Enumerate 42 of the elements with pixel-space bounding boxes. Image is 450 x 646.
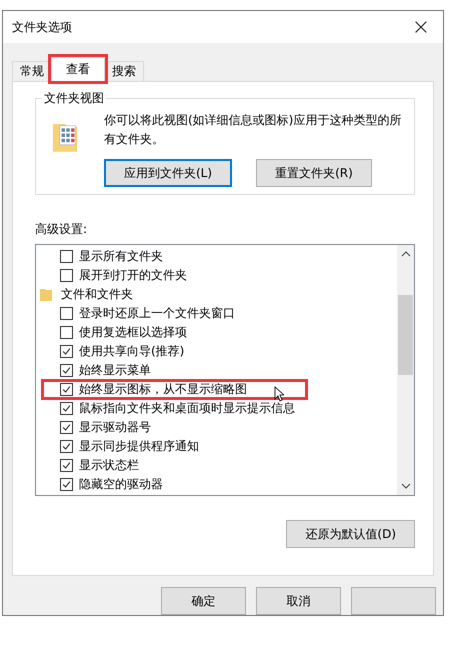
checkbox[interactable] xyxy=(60,364,73,377)
cursor-icon xyxy=(274,386,284,402)
checkbox[interactable] xyxy=(60,326,73,339)
dialog-button[interactable]: 取消 xyxy=(256,587,341,615)
dialog-button[interactable]: 确定 xyxy=(161,587,246,615)
close-button[interactable]: × xyxy=(399,11,443,43)
option-label: 使用共享向导(推荐) xyxy=(79,343,184,360)
section-label: 高级设置: xyxy=(35,221,88,238)
folder-icon xyxy=(52,121,78,153)
option-label: 使用复选框以选择项 xyxy=(79,324,187,341)
checkbox[interactable] xyxy=(60,402,73,415)
option-label: 显示状态栏 xyxy=(79,457,139,474)
option-label: 始终显示菜单 xyxy=(79,362,151,379)
folder-icon xyxy=(40,288,52,301)
option-label: 显示同步提供程序通知 xyxy=(79,438,199,455)
checkbox[interactable] xyxy=(60,307,73,320)
option-label: 鼠标指向文件夹和桌面项时显示提示信息 xyxy=(79,400,295,417)
window-title: 文件夹选项 xyxy=(12,18,72,36)
tab[interactable]: 查看 xyxy=(51,57,105,81)
checkbox[interactable] xyxy=(60,478,73,491)
checkbox[interactable] xyxy=(60,383,73,396)
checkbox[interactable] xyxy=(60,459,73,472)
option-label: 展开到打开的文件夹 xyxy=(79,267,187,284)
option-label: 显示驱动器号 xyxy=(79,419,151,436)
scrollbar[interactable] xyxy=(397,245,414,495)
folder-view-button[interactable]: 重置文件夹(R) xyxy=(256,159,372,187)
group-label: 文件和文件夹 xyxy=(61,286,133,303)
scroll-up-icon[interactable] xyxy=(400,251,410,257)
restore-defaults-button[interactable]: 还原为默认值(D) xyxy=(286,520,415,548)
checkbox[interactable] xyxy=(60,440,73,453)
option-label: 显示所有文件夹 xyxy=(79,248,163,265)
checkbox[interactable] xyxy=(60,421,73,434)
scroll-down-icon[interactable] xyxy=(400,483,410,489)
checkbox[interactable] xyxy=(60,269,73,282)
folder-view-button[interactable]: 应用到文件夹(L) xyxy=(104,159,232,187)
group-title: 文件夹视图 xyxy=(43,90,105,107)
option-label: 登录时还原上一个文件夹窗口 xyxy=(79,305,235,322)
description-text: 你可以将此视图(如详细信息或图标)应用于这种类型的所有文件夹。 xyxy=(104,112,402,148)
checkbox[interactable] xyxy=(60,250,73,263)
option-label: 始终显示图标，从不显示缩略图 xyxy=(79,381,247,398)
checkbox[interactable] xyxy=(60,345,73,358)
option-label: 隐藏空的驱动器 xyxy=(79,476,163,493)
